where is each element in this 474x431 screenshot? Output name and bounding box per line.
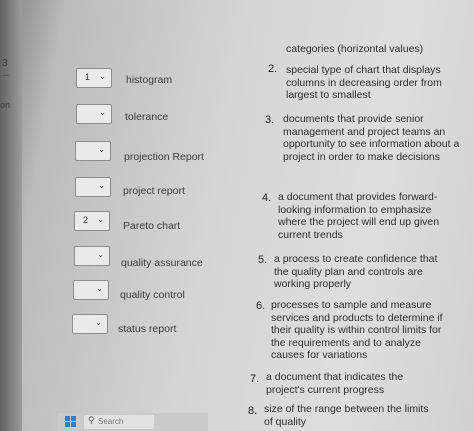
term-label: project report [123, 185, 185, 197]
definition-text: a process to create confidence that the … [274, 253, 438, 290]
chevron-down-icon: ⌄ [99, 72, 106, 81]
definition-number: 2. [268, 63, 278, 75]
definition-text: documents that provide senior management… [283, 113, 460, 163]
chevron-down-icon: ⌄ [97, 250, 104, 259]
term-label: tolerance [125, 111, 169, 123]
definition-text: processes to sample and measure services… [271, 299, 443, 361]
term-select-pareto-chart[interactable]: 2 ⌄ [74, 211, 110, 231]
term-label: quality control [120, 289, 185, 301]
definition-number: 8. [248, 405, 258, 417]
term-label: projection Report [124, 151, 204, 163]
select-value: 2 [83, 215, 89, 225]
term-select-status-report[interactable]: ⌄ [72, 314, 108, 334]
select-value: 1 [85, 72, 91, 82]
edge-question-number: 3 [2, 58, 8, 69]
edge-text-fragment: on [0, 100, 11, 110]
definition-number: 7. [250, 373, 260, 385]
term-label: quality assurance [121, 257, 203, 269]
edge-dash: -- [3, 70, 9, 80]
term-select-project-report[interactable]: ⌄ [75, 177, 111, 197]
search-placeholder: Search [98, 417, 124, 426]
term-select-tolerance[interactable]: ⌄ [76, 104, 112, 124]
search-icon: ⚲ [88, 415, 95, 425]
term-select-quality-assurance[interactable]: ⌄ [74, 246, 110, 266]
definition-text: a document that indicates the project's … [266, 371, 404, 396]
chevron-down-icon: ⌄ [98, 181, 105, 190]
definition-number: 3. [265, 114, 275, 126]
term-label: status report [118, 323, 177, 335]
definition-number: 6. [256, 300, 266, 312]
chevron-down-icon: ⌄ [99, 108, 106, 117]
term-select-projection-report[interactable]: ⌄ [75, 141, 111, 161]
definition-number: 5. [258, 254, 268, 266]
chevron-down-icon: ⌄ [98, 145, 105, 154]
definition-text: a document that provides forward-looking… [278, 191, 440, 241]
definition-text: special type of chart that displays colu… [286, 64, 442, 101]
term-label: histogram [126, 74, 173, 86]
definition-text: size of the range between the limits of … [264, 403, 429, 428]
windows-icon[interactable] [65, 416, 76, 427]
term-select-histogram[interactable]: 1 ⌄ [76, 68, 112, 88]
term-label: Pareto chart [123, 220, 181, 232]
chevron-down-icon: ⌄ [97, 215, 104, 224]
chevron-down-icon: ⌄ [96, 284, 103, 293]
term-select-quality-control[interactable]: ⌄ [73, 280, 109, 300]
chevron-down-icon: ⌄ [95, 318, 102, 327]
definition-number: 4. [262, 192, 272, 204]
definition-fragment: categories (horizontal values) [286, 43, 424, 55]
